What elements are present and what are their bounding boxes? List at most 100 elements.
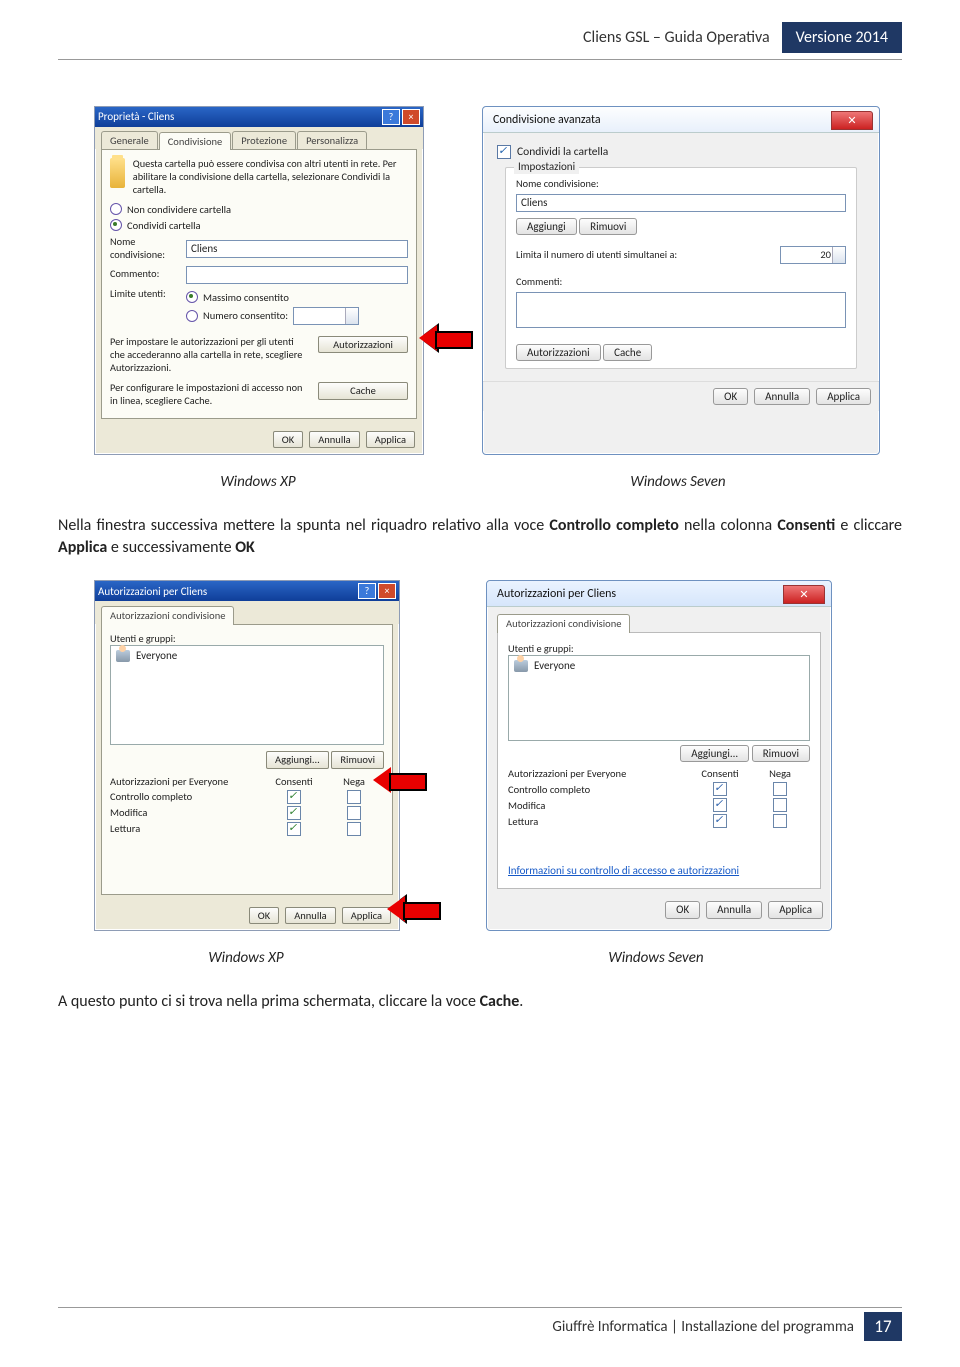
header-divider bbox=[58, 59, 902, 60]
button-aggiungi[interactable]: Aggiungi... bbox=[266, 751, 329, 768]
checkbox-allow-full[interactable] bbox=[713, 782, 727, 796]
input-comments[interactable] bbox=[516, 292, 846, 328]
checkbox-deny-read[interactable] bbox=[347, 822, 361, 836]
checkbox-deny-full[interactable] bbox=[773, 782, 787, 796]
button-cache[interactable]: Cache bbox=[603, 344, 652, 361]
checkbox-deny-read[interactable] bbox=[773, 814, 787, 828]
radio-max-allowed[interactable]: Massimo consentito bbox=[186, 291, 408, 304]
checkbox-deny-modify[interactable] bbox=[347, 806, 361, 820]
list-item: Everyone bbox=[116, 649, 378, 663]
button-ok[interactable]: OK bbox=[665, 901, 700, 919]
button-ok[interactable]: OK bbox=[249, 907, 279, 924]
button-aggiungi[interactable]: Aggiungi bbox=[516, 218, 577, 235]
group-impostazioni: Impostazioni Nome condivisione: Cliens A… bbox=[505, 167, 857, 368]
red-arrow-icon bbox=[387, 896, 441, 922]
input-comment[interactable] bbox=[186, 266, 408, 284]
checkbox-allow-read[interactable] bbox=[287, 822, 301, 836]
button-applica[interactable]: Applica bbox=[366, 431, 415, 448]
w7-dialog-title: Autorizzazioni per Cliens bbox=[497, 587, 616, 602]
w7-advanced-sharing-dialog: Condivisione avanzata ✕ Condividi la car… bbox=[482, 106, 880, 455]
radio-no-share[interactable]: Non condividere cartella bbox=[110, 203, 408, 216]
header-version-badge: Versione 2014 bbox=[782, 22, 902, 53]
help-icon[interactable]: ? bbox=[358, 583, 376, 599]
close-icon[interactable]: × bbox=[402, 109, 420, 125]
lbl-share-name: Nome condivisione: bbox=[110, 236, 180, 262]
checkbox-deny-full[interactable] bbox=[347, 790, 361, 804]
button-cache[interactable]: Cache bbox=[318, 382, 408, 399]
radio-num-allowed[interactable]: Numero consentito: bbox=[186, 307, 408, 325]
w7-permissions-dialog: Autorizzazioni per Cliens ✕ Autorizzazio… bbox=[486, 580, 832, 930]
button-rimuovi[interactable]: Rimuovi bbox=[331, 751, 384, 768]
close-icon[interactable]: × bbox=[378, 583, 396, 599]
input-share-name[interactable]: Cliens bbox=[186, 240, 408, 258]
page-number: 17 bbox=[864, 1312, 902, 1341]
checkbox-allow-full[interactable] bbox=[287, 790, 301, 804]
spinner-user-limit[interactable] bbox=[293, 307, 359, 325]
w7-titlebar: Autorizzazioni per Cliens ✕ bbox=[487, 581, 831, 607]
checkbox-allow-modify[interactable] bbox=[713, 798, 727, 812]
body-paragraph-2: A questo punto ci si trova nella prima s… bbox=[58, 991, 902, 1013]
checkbox-allow-modify[interactable] bbox=[287, 806, 301, 820]
radio-share[interactable]: Condividi cartella bbox=[110, 219, 408, 232]
checkbox-deny-modify[interactable] bbox=[773, 798, 787, 812]
share-info-text: Questa cartella può essere condivisa con… bbox=[133, 158, 408, 197]
tab-generale[interactable]: Generale bbox=[101, 131, 158, 149]
lbl-comment: Commento: bbox=[110, 268, 180, 281]
button-annulla[interactable]: Annulla bbox=[309, 431, 359, 448]
close-icon[interactable]: ✕ bbox=[783, 585, 825, 604]
footer-text: Giuffrè Informatica | Installazione del … bbox=[542, 1313, 864, 1341]
caption-windows-xp: Windows XP bbox=[94, 473, 422, 491]
button-ok[interactable]: OK bbox=[713, 388, 748, 406]
lbl-users-groups: Utenti e gruppi: bbox=[110, 633, 384, 646]
user-icon bbox=[514, 660, 528, 672]
lbl-limit: Limite utenti: bbox=[110, 288, 180, 301]
note-auth: Per impostare le autorizzazioni per gli … bbox=[110, 336, 310, 375]
xp-dialog-title: Autorizzazioni per Cliens bbox=[98, 585, 207, 599]
list-users[interactable]: Everyone bbox=[508, 655, 810, 741]
caption-windows-xp: Windows XP bbox=[94, 949, 398, 967]
lbl-perm-for: Autorizzazioni per Everyone bbox=[110, 775, 264, 788]
spinner-user-limit[interactable]: 20 bbox=[780, 246, 846, 264]
checkbox-allow-read[interactable] bbox=[713, 814, 727, 828]
folder-icon bbox=[110, 158, 125, 188]
checkbox-share-folder[interactable]: Condividi la cartella bbox=[497, 145, 865, 159]
button-aggiungi[interactable]: Aggiungi... bbox=[680, 745, 749, 762]
tab-autorizzazioni[interactable]: Autorizzazioni condivisione bbox=[497, 614, 630, 632]
w7-dialog-title: Condivisione avanzata bbox=[493, 113, 601, 128]
button-annulla[interactable]: Annulla bbox=[754, 388, 810, 406]
user-icon bbox=[116, 650, 130, 662]
tab-protezione[interactable]: Protezione bbox=[232, 131, 296, 149]
page-header: Cliens GSL – Guida Operativa Versione 20… bbox=[58, 22, 902, 53]
button-autorizzazioni[interactable]: Autorizzazioni bbox=[318, 336, 408, 353]
button-applica[interactable]: Applica bbox=[342, 907, 391, 924]
lbl-comments: Commenti: bbox=[516, 276, 846, 289]
help-icon[interactable]: ? bbox=[382, 109, 400, 125]
input-share-name[interactable]: Cliens bbox=[516, 194, 846, 212]
close-icon[interactable]: ✕ bbox=[831, 111, 873, 130]
list-users[interactable]: Everyone bbox=[110, 645, 384, 745]
lbl-share-name: Nome condivisione: bbox=[516, 178, 846, 191]
button-annulla[interactable]: Annulla bbox=[285, 907, 335, 924]
lbl-user-limit: Limita il numero di utenti simultanei a: bbox=[516, 249, 772, 262]
lbl-perm-for: Autorizzazioni per Everyone bbox=[508, 767, 690, 780]
body-paragraph-1: Nella finestra successiva mettere la spu… bbox=[58, 515, 902, 558]
button-rimuovi[interactable]: Rimuovi bbox=[752, 745, 810, 762]
button-ok[interactable]: OK bbox=[273, 431, 303, 448]
button-rimuovi[interactable]: Rimuovi bbox=[579, 218, 637, 235]
lbl-users-groups: Utenti e gruppi: bbox=[508, 643, 810, 656]
caption-windows-seven: Windows Seven bbox=[480, 473, 876, 491]
xp-titlebar: Proprietà - Cliens ? × bbox=[95, 107, 423, 127]
link-access-control-info[interactable]: Informazioni su controllo di accesso e a… bbox=[508, 864, 739, 877]
xp-dialog-title: Proprietà - Cliens bbox=[98, 110, 174, 124]
button-annulla[interactable]: Annulla bbox=[706, 901, 762, 919]
button-autorizzazioni[interactable]: Autorizzazioni bbox=[516, 344, 601, 361]
tab-personalizza[interactable]: Personalizza bbox=[297, 131, 367, 149]
button-applica[interactable]: Applica bbox=[816, 388, 871, 406]
screenshot-row-2: Autorizzazioni per Cliens ? × Autorizzaz… bbox=[58, 580, 902, 930]
col-consenti: Consenti bbox=[690, 767, 750, 780]
tab-condivisione[interactable]: Condivisione bbox=[159, 132, 232, 150]
red-arrow-icon bbox=[419, 325, 473, 351]
tab-autorizzazioni[interactable]: Autorizzazioni condivisione bbox=[101, 606, 234, 624]
col-nega: Nega bbox=[750, 767, 810, 780]
button-applica[interactable]: Applica bbox=[768, 901, 823, 919]
